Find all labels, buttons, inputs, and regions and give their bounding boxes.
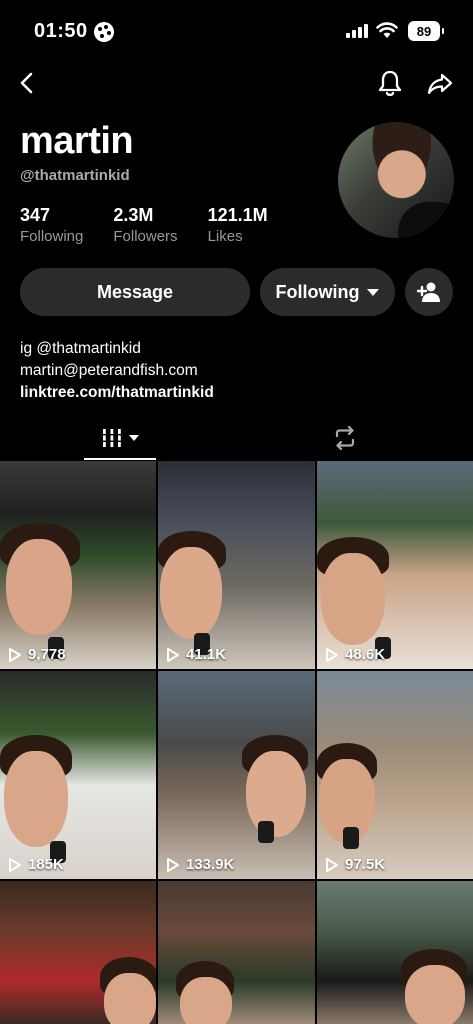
display-name: martin bbox=[20, 120, 134, 162]
view-count: 185K bbox=[8, 856, 64, 873]
palette-icon bbox=[93, 21, 114, 42]
stat-followers[interactable]: 2.3M Followers bbox=[113, 205, 177, 245]
view-count: 48.6K bbox=[325, 646, 385, 663]
avatar[interactable] bbox=[338, 122, 454, 238]
video-thumbnail[interactable] bbox=[317, 881, 473, 1024]
cellular-signal-icon bbox=[346, 24, 368, 38]
wifi-icon bbox=[376, 22, 398, 38]
video-thumbnail[interactable]: 97.5K bbox=[317, 671, 473, 879]
bio-link[interactable]: linktree.com/thatmartinkid bbox=[20, 382, 214, 404]
view-count: 41.1K bbox=[166, 646, 226, 663]
bio: ig @thatmartinkid martin@peterandfish.co… bbox=[20, 338, 214, 404]
stat-value: 121.1M bbox=[207, 205, 268, 225]
content-tabs bbox=[0, 418, 473, 460]
status-bar: 01:50 89 bbox=[0, 0, 473, 60]
video-thumbnail[interactable]: 133.9K bbox=[158, 671, 315, 879]
view-count-label: 133.9K bbox=[186, 856, 235, 873]
stat-value: 2.3M bbox=[113, 205, 154, 225]
username: @thatmartinkid bbox=[20, 167, 130, 184]
bio-line[interactable]: martin@peterandfish.com bbox=[20, 360, 214, 382]
play-icon bbox=[9, 647, 21, 662]
play-icon bbox=[167, 857, 179, 872]
chevron-left-icon[interactable] bbox=[14, 70, 40, 96]
stat-label: Followers bbox=[113, 228, 178, 245]
tab-reposts[interactable] bbox=[322, 422, 368, 454]
repost-icon bbox=[335, 426, 355, 450]
view-count-label: 9,778 bbox=[28, 646, 66, 663]
stat-following[interactable]: 347 Following bbox=[20, 205, 83, 245]
following-button[interactable]: Following bbox=[260, 268, 395, 316]
following-button-label: Following bbox=[275, 281, 360, 302]
stat-value: 347 bbox=[20, 205, 51, 225]
view-count-label: 41.1K bbox=[186, 646, 227, 663]
play-icon bbox=[326, 647, 338, 662]
view-count-label: 48.6K bbox=[345, 646, 386, 663]
message-button[interactable]: Message bbox=[20, 268, 250, 316]
video-thumbnail[interactable]: 185K bbox=[0, 671, 156, 879]
view-count: 9,778 bbox=[8, 646, 66, 663]
add-friend-button[interactable] bbox=[405, 268, 453, 316]
video-thumbnail[interactable]: 48.6K bbox=[317, 461, 473, 669]
view-count: 97.5K bbox=[325, 856, 385, 873]
share-arrow-icon[interactable] bbox=[426, 70, 454, 98]
video-thumbnail[interactable] bbox=[158, 881, 315, 1024]
view-count-label: 97.5K bbox=[345, 856, 386, 873]
video-thumbnail[interactable] bbox=[0, 881, 156, 1024]
bell-icon[interactable] bbox=[376, 69, 404, 99]
battery-level: 89 bbox=[416, 23, 432, 39]
bio-line: ig @thatmartinkid bbox=[20, 340, 141, 357]
view-count-label: 185K bbox=[28, 856, 64, 873]
video-thumbnail[interactable]: 41.1K bbox=[158, 461, 315, 669]
grid-icon bbox=[101, 429, 123, 447]
profile-stats: 347 Following 2.3M Followers 121.1M Like… bbox=[20, 205, 298, 245]
stat-label: Likes bbox=[207, 228, 243, 245]
status-time-group: 01:50 bbox=[34, 20, 114, 43]
play-icon bbox=[326, 857, 338, 872]
battery-indicator: 89 bbox=[408, 21, 444, 41]
play-icon bbox=[9, 857, 21, 872]
chevron-down-icon bbox=[129, 435, 139, 441]
status-time: 01:50 bbox=[34, 20, 88, 42]
tab-videos[interactable] bbox=[84, 418, 156, 460]
view-count: 133.9K bbox=[166, 856, 234, 873]
video-grid: 9,778 41.1K 48.6K 185K 133.9K 97.5K bbox=[0, 461, 473, 1024]
stat-label: Following bbox=[20, 228, 84, 245]
play-icon bbox=[167, 647, 179, 662]
stat-likes[interactable]: 121.1M Likes bbox=[208, 205, 268, 245]
video-thumbnail[interactable]: 9,778 bbox=[0, 461, 156, 669]
add-person-icon bbox=[417, 282, 440, 302]
chevron-down-icon bbox=[367, 288, 380, 296]
